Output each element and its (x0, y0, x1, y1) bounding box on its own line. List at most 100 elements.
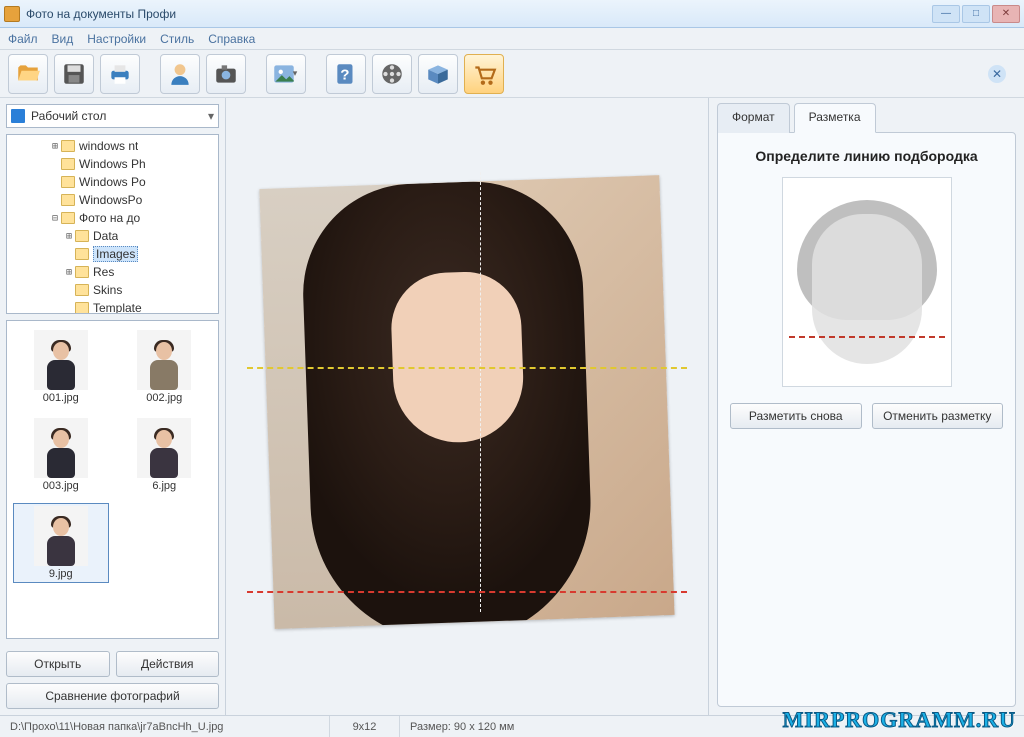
status-path: D:\Прохо\11\Новая папка\jr7aBncHh_U.jpg (0, 716, 330, 737)
camera-icon (213, 61, 239, 87)
folder-icon (75, 230, 89, 242)
photo-preview (247, 162, 687, 652)
eyes-guideline[interactable] (247, 367, 687, 369)
cancel-markup-button[interactable]: Отменить разметку (872, 403, 1004, 429)
tree-toggle-icon[interactable]: ⊞ (63, 267, 75, 278)
tool-help[interactable]: ? (326, 54, 366, 94)
maximize-button[interactable]: □ (962, 5, 990, 23)
tree-label: Windows Po (79, 175, 146, 189)
tree-row[interactable]: ⊞ Res (7, 263, 218, 281)
tree-row[interactable]: Windows Po (7, 173, 218, 191)
menubar: Файл Вид Настройки Стиль Справка (0, 28, 1024, 50)
panel-title: Определите линию подбородка (755, 147, 977, 165)
tool-image[interactable]: ▾ (266, 54, 306, 94)
folder-icon (61, 194, 75, 206)
tool-video[interactable] (372, 54, 412, 94)
tree-row[interactable]: Images (7, 245, 218, 263)
tree-row[interactable]: ⊟ Фото на до (7, 209, 218, 227)
close-button[interactable]: ✕ (992, 5, 1020, 23)
folder-icon (61, 212, 75, 224)
tree-label: Images (93, 246, 138, 262)
thumbnail-caption: 002.jpg (146, 392, 182, 404)
thumbnail[interactable]: 003.jpg (13, 415, 109, 495)
thumbnail-image (34, 506, 88, 566)
tree-row[interactable]: ⊞ Data (7, 227, 218, 245)
window-controls: — □ ✕ (932, 5, 1020, 23)
thumbnail-image (137, 418, 191, 478)
right-tabs: Формат Разметка (717, 102, 1016, 132)
thumbnail-image (34, 418, 88, 478)
tree-row[interactable]: ⊞ windows nt (7, 137, 218, 155)
watermark: MIRPROGRAMM.RU (783, 707, 1016, 733)
folder-icon (61, 158, 75, 170)
vertical-guide[interactable] (480, 172, 481, 612)
menu-style[interactable]: Стиль (160, 32, 194, 46)
tree-label: Res (93, 265, 114, 279)
menu-file[interactable]: Файл (8, 32, 38, 46)
folder-icon (75, 284, 89, 296)
minimize-button[interactable]: — (932, 5, 960, 23)
open-button[interactable]: Открыть (6, 651, 110, 677)
thumbnail[interactable]: 6.jpg (117, 415, 213, 495)
remark-button[interactable]: Разметить снова (730, 403, 862, 429)
tool-package[interactable] (418, 54, 458, 94)
tree-row[interactable]: WindowsPo (7, 191, 218, 209)
toolbar-close-hint[interactable]: ✕ (988, 65, 1006, 83)
right-panel: Формат Разметка Определите линию подборо… (708, 98, 1024, 715)
status-ratio: 9x12 (330, 716, 400, 737)
save-icon (61, 61, 87, 87)
tool-profile[interactable] (160, 54, 200, 94)
tree-toggle-icon[interactable]: ⊟ (49, 213, 61, 224)
thumbnail[interactable]: 002.jpg (117, 327, 213, 407)
menu-settings[interactable]: Настройки (87, 32, 146, 46)
markup-panel: Определите линию подбородка Разметить сн… (717, 132, 1016, 707)
window-title: Фото на документы Профи (26, 7, 932, 21)
thumbnails-panel: 001.jpg 002.jpg 003.jpg 6.jpg 9.jpg (6, 320, 219, 639)
thumbnail[interactable]: 001.jpg (13, 327, 109, 407)
menu-help[interactable]: Справка (208, 32, 255, 46)
actions-button[interactable]: Действия (116, 651, 220, 677)
tree-row[interactable]: Skins (7, 281, 218, 299)
tree-row[interactable]: Windows Ph (7, 155, 218, 173)
preview-chin-line (789, 336, 945, 338)
folder-icon (75, 266, 89, 278)
folder-combo[interactable]: Рабочий стол ▾ (6, 104, 219, 128)
tree-label: Windows Ph (79, 157, 146, 171)
chin-guideline[interactable] (247, 591, 687, 593)
thumbnail-caption: 9.jpg (49, 568, 73, 580)
folder-open-icon (15, 61, 41, 87)
thumbnail[interactable]: 9.jpg (13, 503, 109, 583)
tree-row[interactable]: Template (7, 299, 218, 314)
thumbnail-image (34, 330, 88, 390)
thumbnail-caption: 001.jpg (43, 392, 79, 404)
tool-save[interactable] (54, 54, 94, 94)
tree-toggle-icon[interactable]: ⊞ (49, 141, 61, 152)
main-area: Рабочий стол ▾ ⊞ windows nt Windows Ph Wind… (0, 98, 1024, 715)
folder-icon (61, 140, 75, 152)
folder-icon (75, 248, 89, 260)
tool-open[interactable] (8, 54, 48, 94)
tab-format[interactable]: Формат (717, 103, 790, 133)
tool-cart[interactable] (464, 54, 504, 94)
tree-label: Data (93, 229, 118, 243)
canvas[interactable] (226, 98, 708, 715)
tree-label: Фото на до (79, 211, 140, 225)
tab-markup[interactable]: Разметка (794, 103, 876, 133)
toolbar: ▾ ? ✕ (0, 50, 1024, 98)
compare-button[interactable]: Сравнение фотографий (6, 683, 219, 709)
folder-icon (61, 176, 75, 188)
tree-label: windows nt (79, 139, 138, 153)
folder-icon (75, 302, 89, 314)
desktop-icon (11, 109, 25, 123)
tree-toggle-icon[interactable]: ⊞ (63, 231, 75, 242)
thumbnail-image (137, 330, 191, 390)
thumbnail-caption: 003.jpg (43, 480, 79, 492)
help-book-icon: ? (333, 61, 359, 87)
menu-view[interactable]: Вид (52, 32, 74, 46)
tree-label: WindowsPo (79, 193, 142, 207)
print-icon (107, 61, 133, 87)
tool-print[interactable] (100, 54, 140, 94)
app-icon (4, 6, 20, 22)
svg-text:?: ? (340, 66, 349, 83)
tool-camera[interactable] (206, 54, 246, 94)
